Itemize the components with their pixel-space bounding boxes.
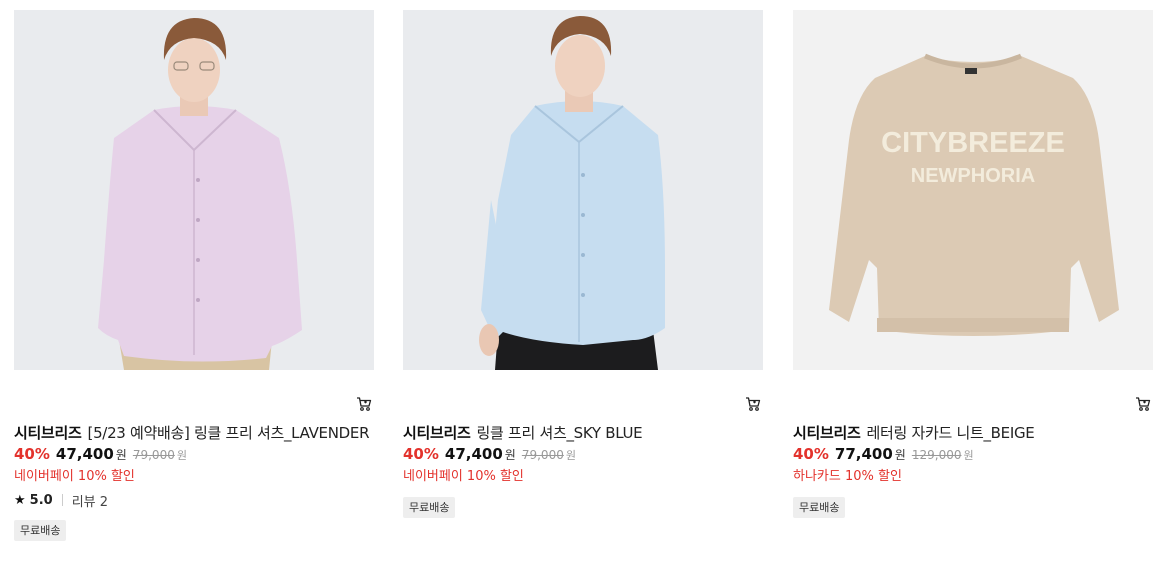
sale-price: 47,400 [55,445,114,463]
divider [61,494,63,506]
free-shipping-badge: 무료배송 [793,497,846,518]
original-price: 79,000 [521,448,564,462]
price-row: 40% 77,400 원 129,000 원 [793,445,1153,467]
currency-unit: 원 [894,448,906,462]
original-currency-unit: 원 [963,449,974,462]
original-price: 79,000 [132,448,175,462]
original-price: 129,000 [911,448,962,462]
discount-rate: 40% [403,445,439,463]
review-count: 리뷰 2 [71,494,109,510]
currency-unit: 원 [504,448,516,462]
card-promotion: 네이버페이 10% 할인 [14,469,135,484]
cart-icon [746,397,761,411]
currency-unit: 원 [115,448,127,462]
card-promotion: 하나카드 10% 할인 [793,469,902,484]
print-line-2: NEWPHORIA [911,165,1035,187]
product-card[interactable]: 시티브리즈 [5/23 예약배송] 링클 프리 셔츠_LAVENDER 40% 4… [14,10,374,541]
sale-price: 47,400 [444,445,503,463]
print-line-1: CITYBREEZE [881,127,1065,159]
card-promotion: 네이버페이 10% 할인 [403,469,524,484]
product-photo-lavender-shirt [14,10,374,370]
product-image[interactable] [14,10,374,370]
price-row: 40% 47,400 원 79,000 원 [403,445,763,467]
original-currency-unit: 원 [176,449,187,462]
discount-rate: 40% [14,445,50,463]
product-image[interactable]: CITYBREEZE NEWPHORIA [793,10,1153,370]
sale-price: 77,400 [834,445,893,463]
product-image[interactable] [403,10,763,370]
cart-icon [1136,397,1151,411]
free-shipping-badge: 무료배송 [403,497,456,518]
cart-icon [357,397,372,411]
product-photo-sky-blue-shirt [403,10,763,370]
discount-rate: 40% [793,445,829,463]
product-photo-beige-knit: CITYBREEZE NEWPHORIA [793,10,1153,370]
free-shipping-badge: 무료배송 [14,520,67,541]
rating-row: ★ 5.0 리뷰 2 [14,490,374,510]
rating-score: 5.0 [29,492,53,508]
product-card[interactable]: CITYBREEZE NEWPHORIA 시티브리즈 레터링 자카드 니트_BEI… [793,10,1153,518]
product-card[interactable]: 시티브리즈 링클 프리 셔츠_SKY BLUE 40% 47,400 원 79,0… [403,10,763,518]
original-currency-unit: 원 [565,449,576,462]
star-icon: ★ [14,492,26,508]
add-to-cart-button[interactable] [1133,394,1153,414]
add-to-cart-button[interactable] [743,394,763,414]
product-grid: 시티브리즈 [5/23 예약배송] 링클 프리 셔츠_LAVENDER 40% 4… [0,0,1161,577]
price-row: 40% 47,400 원 79,000 원 [14,445,374,467]
add-to-cart-button[interactable] [354,394,374,414]
